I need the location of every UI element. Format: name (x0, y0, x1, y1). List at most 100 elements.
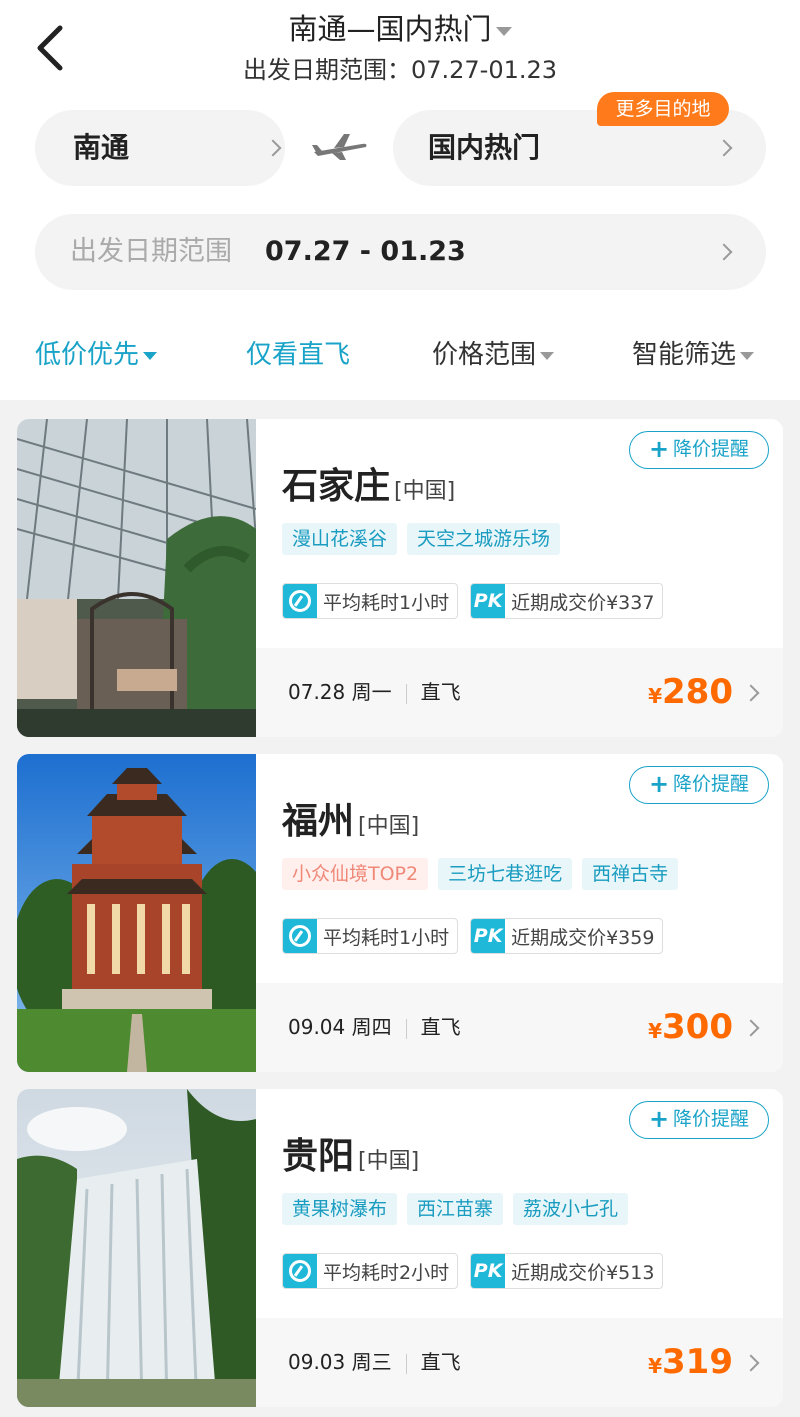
price-alert-label: 降价提醒 (673, 438, 750, 460)
pk-icon: PK (471, 584, 506, 618)
page-title[interactable]: 南通—国内热门 (0, 6, 800, 48)
attraction-tag: 西禅古寺 (582, 858, 679, 890)
price: ¥280 (648, 648, 733, 737)
chevron-right-icon (742, 1019, 760, 1037)
flight-type: 直飞 (420, 1015, 461, 1039)
recent-price-info: PK 近期成交价¥337 (470, 583, 664, 619)
price-alert-label: 降价提醒 (673, 1108, 750, 1130)
price-value: 319 (662, 1342, 733, 1382)
more-destinations-badge[interactable]: 更多目的地 (597, 92, 729, 126)
attraction-tag: 黄果树瀑布 (282, 1193, 398, 1225)
chevron-right-icon (742, 1354, 760, 1372)
recent-price-text: 近期成交价¥359 (511, 926, 655, 949)
recent-price-info: PK 近期成交价¥359 (470, 918, 664, 954)
duration-text: 平均耗时1小时 (323, 591, 450, 614)
filter-smart[interactable]: 智能筛选 (632, 330, 755, 380)
destination-card[interactable]: + 降价提醒 贵阳 [中国] 黄果树瀑布 西江苗寨 荔波小七孔 平均耗时2小时 PK… (17, 1089, 783, 1407)
filter-label: 低价优先 (35, 340, 140, 370)
country-label: [中国] (358, 814, 420, 839)
pk-icon: PK (471, 919, 506, 953)
price-alert-label: 降价提醒 (673, 773, 750, 795)
price-alert-button[interactable]: + 降价提醒 (629, 431, 769, 469)
tag-list: 小众仙境TOP2 三坊七巷逛吃 西禅古寺 (282, 858, 679, 890)
ranking-tag: 小众仙境TOP2 (282, 858, 429, 890)
departure-info: 09.04 周四 直飞 (288, 983, 461, 1072)
city-name: 福州 [中国] (282, 792, 419, 844)
duration-info: 平均耗时1小时 (282, 918, 459, 954)
airplane-icon (312, 134, 367, 160)
chevron-right-icon (742, 684, 760, 702)
chevron-right-icon (715, 139, 733, 157)
chevron-right-icon (264, 139, 282, 157)
departure-info: 09.03 周三 直飞 (288, 1318, 461, 1407)
currency-symbol: ¥ (648, 1019, 663, 1043)
country-label: [中国] (358, 1149, 420, 1174)
price: ¥300 (648, 983, 733, 1072)
page-title-text: 南通—国内热门 (288, 12, 492, 46)
filter-direct-only[interactable]: 仅看直飞 (246, 330, 350, 380)
pk-icon: PK (471, 1254, 506, 1288)
date-range-selector[interactable]: 出发日期范围 07.27 - 01.23 (35, 214, 766, 290)
departure-date: 09.03 周三 (288, 1350, 392, 1374)
attraction-tag: 荔波小七孔 (513, 1193, 629, 1225)
plus-icon: + (648, 435, 670, 463)
filter-label: 仅看直飞 (246, 340, 351, 370)
recent-price-text: 近期成交价¥513 (511, 1261, 655, 1284)
date-range-value: 07.27 - 01.23 (265, 236, 466, 267)
destination-card[interactable]: + 降价提醒 石家庄 [中国] 漫山花溪谷 天空之城游乐场 平均耗时1小时 PK 近期… (17, 419, 783, 737)
destination-photo (17, 754, 256, 1072)
clock-icon (283, 584, 317, 618)
filter-bar: 低价优先 仅看直飞 价格范围 智能筛选 (0, 330, 800, 380)
card-footer[interactable]: 09.03 周三 直飞 ¥319 (256, 1318, 783, 1407)
duration-text: 平均耗时2小时 (323, 1261, 450, 1284)
info-list: 平均耗时2小时 PK 近期成交价¥513 (282, 1253, 664, 1289)
attraction-tag: 天空之城游乐场 (407, 523, 561, 555)
recent-price-text: 近期成交价¥337 (511, 591, 655, 614)
city-label: 贵阳 (282, 1136, 355, 1177)
departure-date: 07.28 周一 (288, 680, 392, 704)
card-footer[interactable]: 09.04 周四 直飞 ¥300 (256, 983, 783, 1072)
price: ¥319 (648, 1318, 733, 1407)
chevron-right-icon (715, 243, 733, 261)
info-list: 平均耗时1小时 PK 近期成交价¥359 (282, 918, 664, 954)
duration-text: 平均耗时1小时 (323, 926, 450, 949)
currency-symbol: ¥ (648, 1354, 663, 1378)
filter-label: 智能筛选 (632, 340, 737, 370)
city-name: 石家庄 [中国] (282, 457, 455, 509)
origin-selector[interactable]: 南通 (35, 110, 285, 186)
departure-info: 07.28 周一 直飞 (288, 648, 461, 737)
destination-card[interactable]: + 降价提醒 福州 [中国] 小众仙境TOP2 三坊七巷逛吃 西禅古寺 平均耗时1小… (17, 754, 783, 1072)
destination-photo (17, 1089, 256, 1407)
dropdown-caret-icon (540, 351, 555, 360)
price-alert-button[interactable]: + 降价提醒 (629, 766, 769, 804)
country-label: [中国] (394, 479, 456, 504)
duration-info: 平均耗时1小时 (282, 583, 459, 619)
currency-symbol: ¥ (648, 684, 663, 708)
departure-date: 09.04 周四 (288, 1015, 392, 1039)
duration-info: 平均耗时2小时 (282, 1253, 459, 1289)
attraction-tag: 西江苗寨 (407, 1193, 504, 1225)
info-list: 平均耗时1小时 PK 近期成交价¥337 (282, 583, 664, 619)
flight-type: 直飞 (420, 680, 461, 704)
filter-low-price-first[interactable]: 低价优先 (35, 330, 158, 380)
tag-list: 黄果树瀑布 西江苗寨 荔波小七孔 (282, 1193, 629, 1225)
recent-price-info: PK 近期成交价¥513 (470, 1253, 664, 1289)
plus-icon: + (648, 1105, 670, 1133)
price-alert-button[interactable]: + 降价提醒 (629, 1101, 769, 1139)
city-name: 贵阳 [中国] (282, 1127, 419, 1179)
top-panel: 南通—国内热门 出发日期范围：07.27-01.23 南通 国内热门 更多目的地… (0, 0, 800, 400)
card-footer[interactable]: 07.28 周一 直飞 ¥280 (256, 648, 783, 737)
price-value: 280 (662, 672, 733, 712)
attraction-tag: 三坊七巷逛吃 (438, 858, 573, 890)
city-label: 石家庄 (282, 466, 391, 507)
destination-label: 国内热门 (428, 131, 541, 164)
date-range-label: 出发日期范围 (70, 236, 232, 267)
clock-icon (283, 1254, 317, 1288)
attraction-tag: 漫山花溪谷 (282, 523, 398, 555)
filter-label: 价格范围 (432, 340, 537, 370)
flight-type: 直飞 (420, 1350, 461, 1374)
plus-icon: + (648, 770, 670, 798)
page-subtitle: 出发日期范围：07.27-01.23 (242, 56, 558, 84)
price-value: 300 (662, 1007, 733, 1047)
filter-price-range[interactable]: 价格范围 (432, 330, 555, 380)
